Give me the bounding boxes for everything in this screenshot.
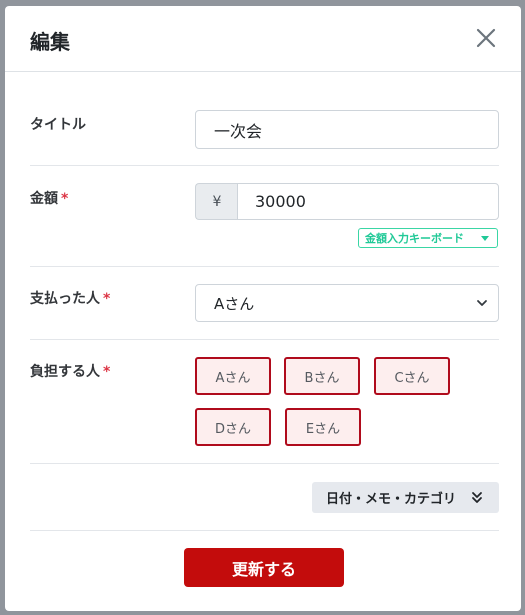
divider	[30, 463, 499, 464]
burden-person-chip[interactable]: Cさん	[374, 357, 450, 395]
amount-label: 金額 *	[30, 188, 68, 208]
edit-modal: 編集 タイトル 一次会 金額 * ¥ 30000 金額入力キーボード 支払った人 *…	[5, 6, 521, 611]
required-mark: *	[103, 291, 111, 307]
chevron-down-icon	[477, 300, 487, 306]
divider	[30, 530, 499, 531]
chip-label: Cさん	[394, 370, 430, 386]
burden-person-chip[interactable]: Eさん	[285, 408, 361, 446]
burden-person-chip[interactable]: Dさん	[195, 408, 271, 446]
chip-label: Eさん	[305, 421, 341, 437]
title-input[interactable]: 一次会	[195, 110, 499, 149]
burden-label: 負担する人 *	[30, 361, 110, 381]
divider	[30, 339, 499, 340]
required-mark: *	[103, 364, 111, 380]
chip-label: Dさん	[214, 421, 251, 437]
amount-keyboard-label: 金額入力キーボード	[365, 232, 464, 245]
burden-person-chip[interactable]: Aさん	[195, 357, 271, 395]
details-toggle-button[interactable]: 日付・メモ・カテゴリ	[312, 482, 499, 513]
chip-label: Aさん	[215, 370, 251, 386]
caret-down-icon	[481, 236, 489, 241]
divider	[30, 165, 499, 166]
modal-title: 編集	[30, 30, 70, 54]
update-button[interactable]: 更新する	[184, 548, 344, 587]
title-input-value: 一次会	[214, 121, 263, 141]
amount-input-value: 30000	[255, 192, 306, 211]
currency-addon: ¥	[195, 183, 238, 220]
details-toggle-label: 日付・メモ・カテゴリ	[326, 492, 457, 507]
payer-label-text: 支払った人	[30, 291, 100, 307]
payer-select-value: Aさん	[214, 294, 255, 313]
double-chevron-down-icon	[472, 492, 482, 503]
title-label: タイトル	[30, 117, 86, 133]
close-icon	[476, 28, 496, 48]
update-button-label: 更新する	[231, 559, 296, 579]
amount-input[interactable]: 30000	[237, 183, 499, 220]
currency-symbol: ¥	[212, 193, 222, 210]
burden-person-chip[interactable]: Bさん	[284, 357, 360, 395]
modal-header: 編集	[5, 6, 521, 72]
divider	[30, 266, 499, 267]
payer-select[interactable]: Aさん	[195, 284, 499, 322]
amount-label-text: 金額	[30, 191, 58, 207]
chip-label: Bさん	[304, 370, 340, 386]
payer-label: 支払った人 *	[30, 288, 110, 308]
required-mark: *	[61, 191, 69, 207]
amount-keyboard-button[interactable]: 金額入力キーボード	[358, 228, 498, 248]
burden-label-text: 負担する人	[30, 364, 100, 380]
close-button[interactable]	[473, 25, 499, 51]
